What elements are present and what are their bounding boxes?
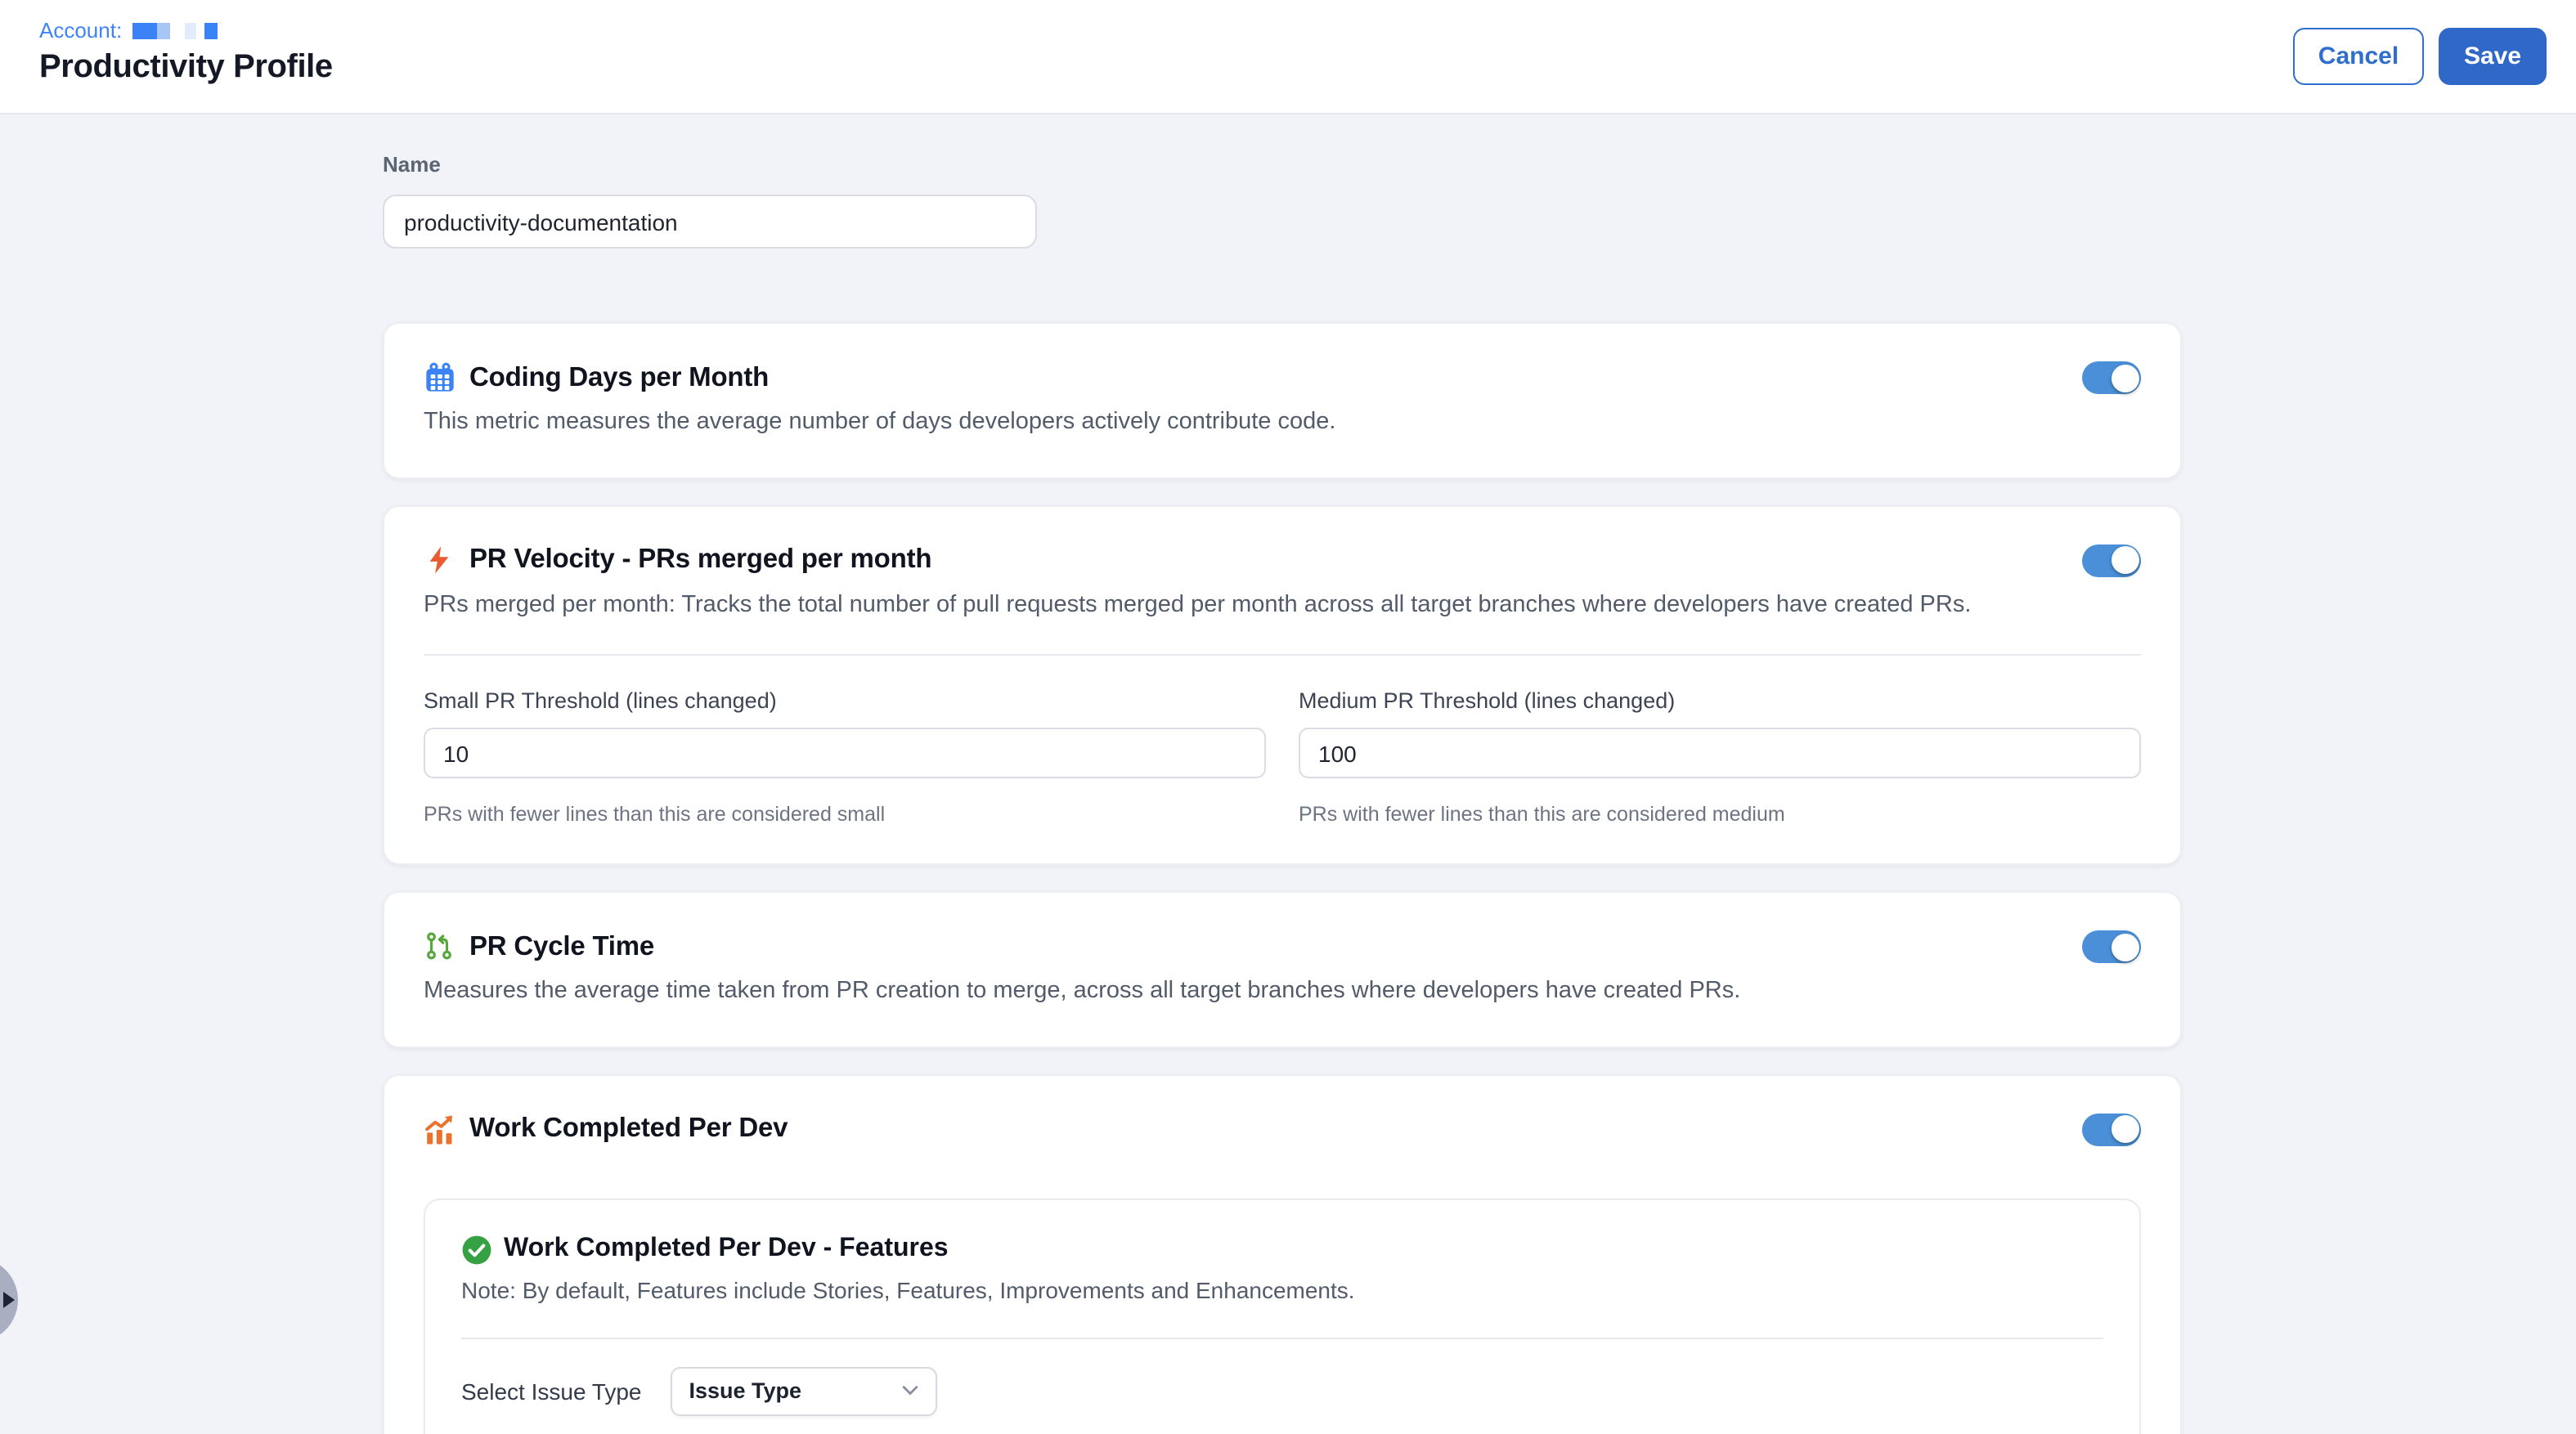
card-title: Coding Days per Month [469, 362, 769, 393]
page-title: Productivity Profile [39, 49, 2576, 87]
medium-pr-threshold-input[interactable] [1299, 728, 2141, 778]
check-circle-icon [461, 1234, 492, 1265]
subcard-title: Work Completed Per Dev - Features [504, 1235, 949, 1264]
small-pr-threshold-help: PRs with fewer lines than this are consi… [424, 803, 1266, 826]
card-pr-velocity: PR Velocity - PRs merged per month PRs m… [383, 504, 2182, 865]
subcard-note: Note: By default, Features include Stori… [461, 1276, 2103, 1302]
name-input[interactable] [383, 195, 1037, 249]
name-field-group: Name [383, 152, 2182, 249]
calendar-icon [424, 361, 456, 394]
main-content: Name [0, 114, 2576, 1434]
small-pr-threshold-input[interactable] [424, 728, 1266, 778]
subcard-work-completed-features: Work Completed Per Dev - Features Note: … [424, 1198, 2141, 1434]
header-actions: Cancel Save [2293, 28, 2547, 85]
card-work-completed: Work Completed Per Dev Work Completed Pe… [383, 1073, 2182, 1434]
card-description: PRs merged per month: Tracks the total n… [424, 589, 2141, 621]
card-title: PR Cycle Time [469, 931, 654, 962]
chevron-down-icon [902, 1385, 920, 1396]
card-title: PR Velocity - PRs merged per month [469, 544, 931, 576]
issue-type-select[interactable]: Issue Type [671, 1366, 938, 1415]
card-description: Measures the average time taken from PR … [424, 976, 2141, 1008]
breadcrumb: Account: [39, 18, 2576, 43]
work-completed-toggle[interactable] [2082, 1113, 2141, 1145]
pr-velocity-toggle[interactable] [2082, 544, 2141, 576]
chart-increasing-icon [424, 1113, 456, 1145]
name-label: Name [383, 152, 2182, 177]
productivity-profile-page: Account: Productivity Profile Cancel Sav… [0, 0, 2576, 1434]
medium-pr-threshold-label: Medium PR Threshold (lines changed) [1299, 688, 2141, 713]
divider [461, 1337, 2103, 1338]
small-pr-threshold-group: Small PR Threshold (lines changed) PRs w… [424, 688, 1266, 826]
pr-cycle-time-toggle[interactable] [2082, 930, 2141, 963]
medium-pr-threshold-group: Medium PR Threshold (lines changed) PRs … [1299, 688, 2141, 826]
account-link[interactable]: Account: [39, 18, 122, 43]
card-pr-cycle-time: PR Cycle Time Measures the average time … [383, 891, 2182, 1047]
divider [424, 654, 2141, 656]
git-pull-request-icon [424, 930, 456, 963]
select-issue-type-label: Select Issue Type [461, 1378, 642, 1404]
save-button[interactable]: Save [2439, 28, 2547, 85]
coding-days-toggle[interactable] [2082, 361, 2141, 394]
card-title: Work Completed Per Dev [469, 1114, 788, 1145]
expand-arrow-icon [3, 1292, 15, 1308]
issue-type-select-value: Issue Type [689, 1378, 802, 1403]
card-description: This metric measures the average number … [424, 407, 2141, 439]
medium-pr-threshold-help: PRs with fewer lines than this are consi… [1299, 803, 2141, 826]
header: Account: Productivity Profile Cancel Sav… [0, 0, 2576, 114]
account-name-redacted [132, 22, 217, 38]
cancel-button[interactable]: Cancel [2293, 28, 2424, 85]
lightning-icon [424, 544, 456, 576]
card-coding-days: Coding Days per Month This metric measur… [383, 322, 2182, 478]
small-pr-threshold-label: Small PR Threshold (lines changed) [424, 688, 1266, 713]
